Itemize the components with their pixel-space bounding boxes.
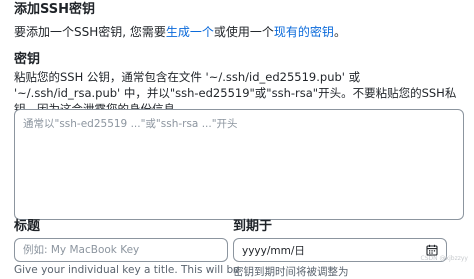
generate-key-link[interactable]: 生成一个 xyxy=(166,25,214,39)
intro-suffix: 。 xyxy=(333,25,346,39)
intro-text: 要添加一个SSH密钥, 您需要生成一个或使用一个现有的密钥。 xyxy=(14,24,346,40)
title-label: 标题 xyxy=(14,219,41,234)
key-textarea[interactable] xyxy=(14,109,464,220)
intro-middle: 或使用一个 xyxy=(213,25,274,39)
title-input[interactable] xyxy=(14,238,228,262)
watermark: CSDN @xjbzzyy xyxy=(420,255,468,262)
expiration-date-value: yyyy/mm/日 xyxy=(242,244,305,257)
expiration-date-input[interactable]: yyyy/mm/日 xyxy=(233,238,447,262)
add-ssh-key-form: 添加SSH密钥 要添加一个SSH密钥, 您需要生成一个或使用一个现有的密钥。 密… xyxy=(0,0,474,278)
key-label: 密钥 xyxy=(14,52,41,67)
existing-key-link[interactable]: 现有的密钥 xyxy=(274,25,334,39)
intro-prefix: 要添加一个SSH密钥, 您需要 xyxy=(14,25,166,39)
expiration-hint: 密钥到期时间将被调整为 xyxy=(233,266,349,278)
section-title: 添加SSH密钥 xyxy=(14,2,96,17)
title-hint: Give your individual key a title. This w… xyxy=(14,264,240,276)
expiration-label: 到期于 xyxy=(233,219,273,234)
